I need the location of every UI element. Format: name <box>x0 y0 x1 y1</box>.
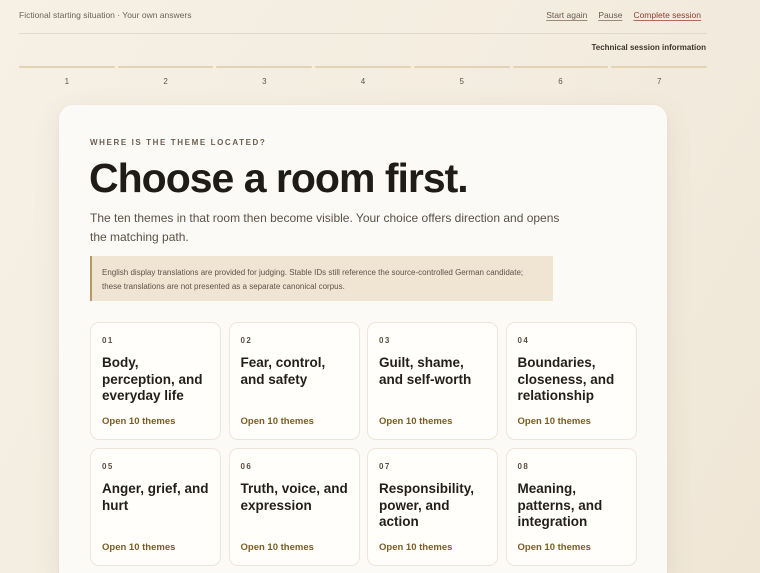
room-title: Boundaries, closeness, and relationship <box>517 355 615 403</box>
step-bar <box>117 66 214 68</box>
open-themes-link[interactable]: Open 10 themes <box>241 416 314 427</box>
header-divider <box>19 33 707 34</box>
room-title: Body, perception, and everyday life <box>102 355 203 403</box>
room-card-fear[interactable]: 02 Fear, control, and safety Open 10 the… <box>228 322 360 440</box>
room-number: 04 <box>517 336 530 345</box>
progress-step: 2 <box>117 66 214 86</box>
step-bar <box>315 66 411 68</box>
step-number: 1 <box>64 77 70 86</box>
step-bar <box>611 66 708 68</box>
complete-session-link[interactable]: Complete session <box>633 10 701 20</box>
progress-step: 3 <box>216 66 313 86</box>
room-card-body[interactable]: 01 Body, perception, and everyday life O… <box>90 322 221 440</box>
room-card-responsibility[interactable]: 07 Responsibility, power, and action Ope… <box>367 448 498 566</box>
room-title: Meaning, patterns, and integration <box>517 481 603 529</box>
session-actions: Start again Pause Complete session <box>546 10 701 20</box>
room-number: 03 <box>379 336 391 345</box>
section-eyebrow: WHERE IS THE THEME LOCATED? <box>90 138 267 147</box>
room-number: 08 <box>517 462 530 471</box>
room-card-guilt[interactable]: 03 Guilt, shame, and self-worth Open 10 … <box>367 322 498 440</box>
room-card-anger[interactable]: 05 Anger, grief, and hurt Open 10 themes <box>90 448 221 566</box>
progress-step: 7 <box>611 66 708 86</box>
open-themes-link[interactable]: Open 10 themes <box>379 416 452 427</box>
session-context: Fictional starting situation · Your own … <box>19 10 192 20</box>
room-card-truth[interactable]: 06 Truth, voice, and expression Open 10 … <box>228 448 360 566</box>
progress-step: 1 <box>19 66 115 86</box>
room-number: 07 <box>379 462 391 471</box>
open-themes-link[interactable]: Open 10 themes <box>518 542 591 553</box>
page-title: Choose a room first. <box>89 155 469 201</box>
room-grid: 01 Body, perception, and everyday life O… <box>90 322 637 566</box>
lead-text: The ten themes in that room then become … <box>90 211 560 244</box>
room-number: 02 <box>240 336 253 345</box>
room-number: 01 <box>102 336 114 345</box>
room-title: Responsibility, power, and action <box>379 481 475 529</box>
step-number: 4 <box>360 77 366 86</box>
open-themes-link[interactable]: Open 10 themes <box>379 542 452 553</box>
room-number: 05 <box>102 462 114 471</box>
top-bar: Fictional starting situation · Your own … <box>0 0 760 34</box>
step-bar <box>19 66 115 68</box>
open-themes-link[interactable]: Open 10 themes <box>102 416 175 427</box>
technical-session-info-link[interactable]: Technical session information <box>591 43 706 52</box>
open-themes-link[interactable]: Open 10 themes <box>518 416 591 427</box>
step-number: 3 <box>262 77 267 86</box>
step-number: 5 <box>459 77 464 86</box>
progress-step: 5 <box>413 66 510 86</box>
room-title: Truth, voice, and expression <box>240 481 348 513</box>
room-number: 06 <box>240 462 253 471</box>
step-number: 2 <box>163 77 168 86</box>
progress-steps: 1 2 3 4 5 6 7 <box>19 66 708 86</box>
step-bar <box>512 66 609 68</box>
step-bar <box>216 66 313 68</box>
room-title: Guilt, shame, and self-worth <box>379 355 472 387</box>
open-themes-link[interactable]: Open 10 themes <box>241 542 314 553</box>
step-number: 6 <box>558 77 563 86</box>
start-again-link[interactable]: Start again <box>546 10 587 20</box>
room-card-boundaries[interactable]: 04 Boundaries, closeness, and relationsh… <box>505 322 637 440</box>
open-themes-link[interactable]: Open 10 themes <box>102 542 175 553</box>
room-title: Fear, control, and safety <box>240 355 326 387</box>
pause-link[interactable]: Pause <box>598 10 622 20</box>
step-bar <box>413 66 510 68</box>
progress-step: 6 <box>512 66 609 86</box>
room-card-meaning[interactable]: 08 Meaning, patterns, and integration Op… <box>505 448 637 566</box>
room-selection-panel: WHERE IS THE THEME LOCATED? Choose a roo… <box>59 105 667 573</box>
step-number: 7 <box>656 77 662 86</box>
room-title: Anger, grief, and hurt <box>102 481 209 513</box>
progress-step: 4 <box>315 66 411 86</box>
translation-notice: English display translations are provide… <box>90 256 553 301</box>
